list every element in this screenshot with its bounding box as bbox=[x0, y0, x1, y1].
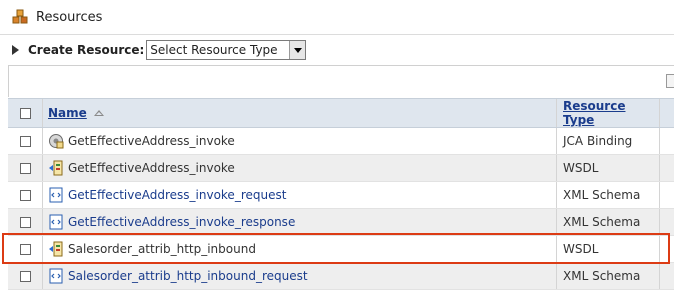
create-resource-label: Create Resource: bbox=[28, 43, 145, 57]
row-checkbox[interactable] bbox=[19, 243, 31, 255]
type-header-cell: Resource Type bbox=[557, 99, 660, 127]
table-toolbar bbox=[8, 65, 674, 97]
table-row[interactable]: Salesorder_attrib_http_inbound_request X… bbox=[8, 263, 674, 290]
resource-type: XML Schema bbox=[563, 215, 641, 229]
wsdl-icon bbox=[48, 160, 64, 176]
resource-type-column-header[interactable]: Resource Type bbox=[563, 99, 659, 127]
table-header-row: Name Resource Type bbox=[8, 98, 674, 128]
name-cell: Salesorder_attrib_http_inbound bbox=[43, 236, 557, 262]
resource-name: GetEffectiveAddress_invoke bbox=[68, 161, 235, 175]
create-resource-row: Create Resource: Select Resource Type bbox=[0, 36, 674, 64]
resource-type: WSDL bbox=[563, 242, 599, 256]
row-tail bbox=[660, 263, 674, 289]
resource-type-select[interactable]: Select Resource Type bbox=[146, 40, 307, 60]
row-tail bbox=[660, 128, 674, 154]
resource-name-link[interactable]: GetEffectiveAddress_invoke_request bbox=[68, 188, 286, 202]
row-checkbox[interactable] bbox=[19, 216, 31, 228]
table-row[interactable]: GetEffectiveAddress_invoke_request XML S… bbox=[8, 182, 674, 209]
wsdl-icon bbox=[48, 241, 64, 257]
row-tail bbox=[660, 182, 674, 208]
expand-triangle-icon[interactable] bbox=[12, 45, 19, 55]
select-all-checkbox[interactable] bbox=[19, 107, 31, 119]
resource-name-link[interactable]: GetEffectiveAddress_invoke_response bbox=[68, 215, 295, 229]
page-title: Resources bbox=[36, 9, 103, 25]
type-cell: XML Schema bbox=[557, 182, 660, 208]
xml-schema-icon bbox=[48, 214, 64, 230]
name-cell: GetEffectiveAddress_invoke_request bbox=[43, 182, 557, 208]
jca-binding-icon bbox=[48, 133, 64, 149]
table-row[interactable]: Salesorder_attrib_http_inbound WSDL bbox=[8, 236, 674, 263]
row-checkbox-cell bbox=[8, 236, 43, 262]
row-checkbox[interactable] bbox=[19, 189, 31, 201]
resource-type: WSDL bbox=[563, 161, 599, 175]
row-checkbox-cell bbox=[8, 128, 43, 154]
row-tail bbox=[660, 236, 674, 262]
row-checkbox[interactable] bbox=[19, 162, 31, 174]
resource-name-link[interactable]: Salesorder_attrib_http_inbound_request bbox=[68, 269, 308, 283]
row-tail bbox=[660, 209, 674, 235]
resource-name: Salesorder_attrib_http_inbound bbox=[68, 242, 256, 256]
resource-type: XML Schema bbox=[563, 188, 641, 202]
resource-type: XML Schema bbox=[563, 269, 641, 283]
row-checkbox-cell bbox=[8, 182, 43, 208]
resources-header: Resources bbox=[0, 0, 674, 35]
table-row[interactable]: GetEffectiveAddress_invoke JCA Binding bbox=[8, 128, 674, 155]
name-cell: Salesorder_attrib_http_inbound_request bbox=[43, 263, 557, 289]
name-column-header[interactable]: Name bbox=[48, 106, 87, 120]
name-header-cell: Name bbox=[43, 99, 557, 127]
table-row[interactable]: GetEffectiveAddress_invoke_response XML … bbox=[8, 209, 674, 236]
type-cell: XML Schema bbox=[557, 263, 660, 289]
type-cell: JCA Binding bbox=[557, 128, 660, 154]
table-row[interactable]: GetEffectiveAddress_invoke WSDL bbox=[8, 155, 674, 182]
resource-type-select-value: Select Resource Type bbox=[150, 43, 278, 57]
select-all-cell bbox=[8, 99, 43, 127]
row-checkbox-cell bbox=[8, 209, 43, 235]
row-checkbox-cell bbox=[8, 155, 43, 181]
columns-icon[interactable] bbox=[666, 74, 674, 88]
name-cell: GetEffectiveAddress_invoke bbox=[43, 155, 557, 181]
chevron-down-icon[interactable] bbox=[289, 41, 306, 59]
resources-icon bbox=[12, 9, 28, 25]
header-tail bbox=[660, 99, 674, 127]
sort-ascending-icon[interactable] bbox=[93, 110, 104, 116]
name-cell: GetEffectiveAddress_invoke bbox=[43, 128, 557, 154]
name-cell: GetEffectiveAddress_invoke_response bbox=[43, 209, 557, 235]
type-cell: XML Schema bbox=[557, 209, 660, 235]
resource-type: JCA Binding bbox=[563, 134, 633, 148]
row-tail bbox=[660, 155, 674, 181]
type-cell: WSDL bbox=[557, 155, 660, 181]
resources-table: Name Resource Type GetEffectiveAddress_i… bbox=[8, 98, 674, 290]
xml-schema-icon bbox=[48, 187, 64, 203]
row-checkbox[interactable] bbox=[19, 270, 31, 282]
resource-name: GetEffectiveAddress_invoke bbox=[68, 134, 235, 148]
row-checkbox-cell bbox=[8, 263, 43, 289]
row-checkbox[interactable] bbox=[19, 135, 31, 147]
xml-schema-icon bbox=[48, 268, 64, 284]
type-cell: WSDL bbox=[557, 236, 660, 262]
